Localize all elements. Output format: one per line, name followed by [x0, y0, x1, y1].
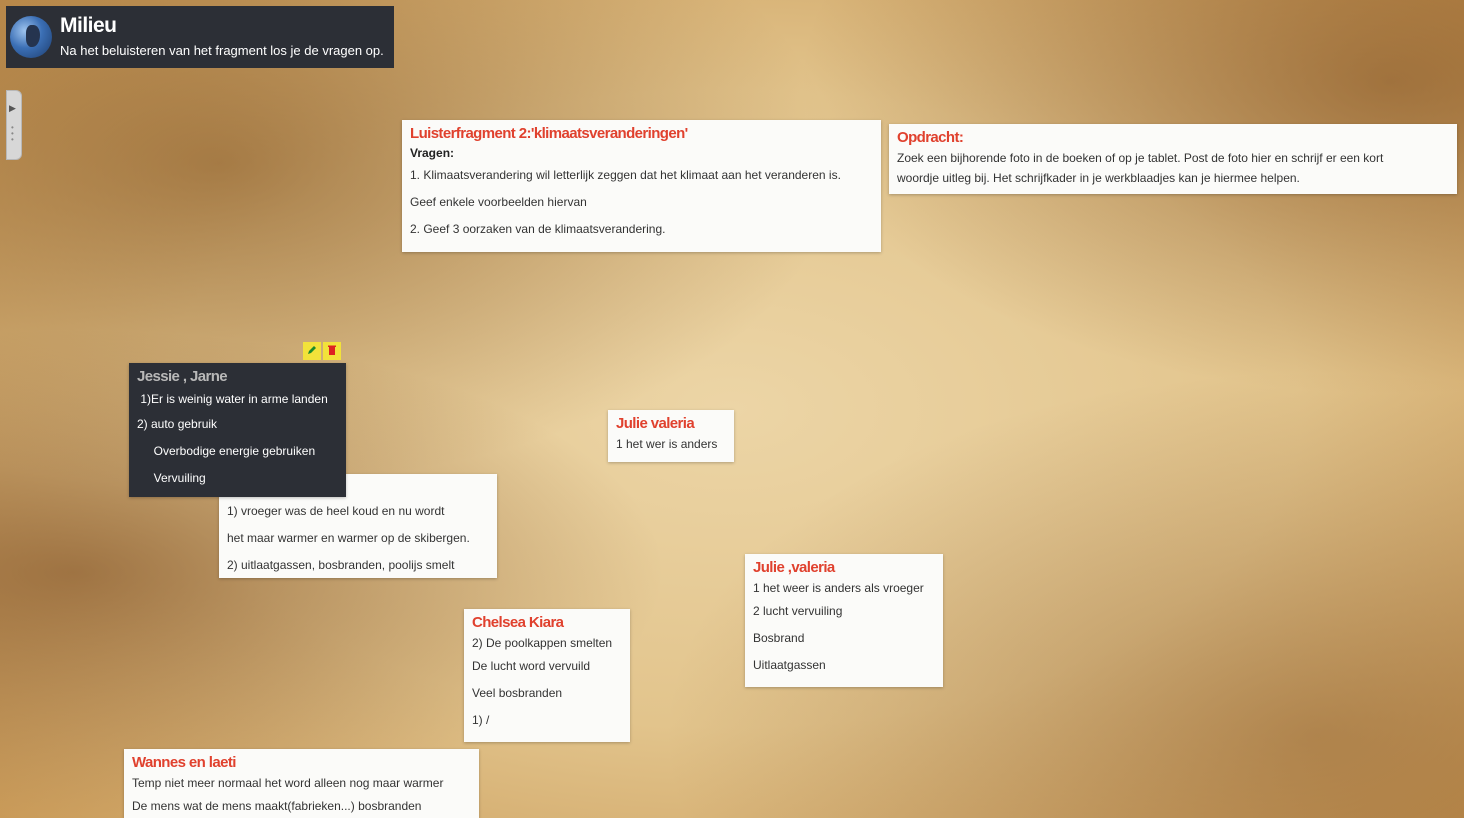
post-line: Uitlaatgassen	[753, 658, 826, 672]
post-line: Geef enkele voorbeelden hiervan	[410, 195, 587, 209]
post-line: woordje uitleg bij. Het schrijfkader in …	[897, 171, 1300, 185]
post-julie-valeria-2[interactable]: Julie ,valeria 1 het weer is anders als …	[745, 554, 943, 687]
post-line: 1) /	[472, 713, 490, 727]
post-title: Luisterfragment 2:'klimaatsveranderingen…	[410, 125, 688, 142]
delete-button[interactable]	[323, 342, 341, 360]
post-line: Temp niet meer normaal het word alleen n…	[132, 776, 444, 790]
post-title: Wannes en laeti	[132, 754, 236, 771]
post-title: Chelsea Kiara	[472, 614, 564, 631]
grip-icon: • • •	[11, 123, 14, 144]
chevron-right-icon: ▶	[9, 103, 16, 113]
post-line: De mens wat de mens maakt(fabrieken...) …	[132, 799, 422, 813]
wall-description: Na het beluisteren van het fragment los …	[60, 43, 384, 58]
post-line: 1 het wer is anders	[616, 437, 718, 451]
wall-title: Milieu	[60, 14, 117, 37]
post-line: De lucht word vervuild	[472, 659, 591, 673]
post-line: 1)Er is weinig water in arme landen	[137, 392, 328, 406]
pencil-icon	[308, 346, 316, 354]
post-line: 1) vroeger was de heel koud en nu wordt	[227, 504, 445, 518]
post-actions	[303, 342, 343, 361]
post-line: 2) De poolkappen smelten	[472, 636, 613, 650]
post-jessie-jarne[interactable]: Jessie , Jarne 1)Er is weinig water in a…	[129, 363, 346, 497]
post-line: 1. Klimaatsverandering wil letterlijk ze…	[410, 168, 841, 182]
post-line: 1 het weer is anders als vroeger	[753, 581, 924, 595]
trash-icon	[328, 345, 336, 355]
post-line: 2 lucht vervuiling	[753, 604, 843, 618]
sidebar-toggle[interactable]: ▶ • • •	[6, 90, 22, 160]
post-wannes-laeti[interactable]: Wannes en laeti Temp niet meer normaal h…	[124, 749, 479, 818]
post-line: 2) uitlaatgassen, bosbranden, poolijs sm…	[227, 558, 455, 572]
post-title: Opdracht:	[897, 129, 964, 146]
post-line: Veel bosbranden	[472, 686, 563, 700]
wall-header: Milieu Na het beluisteren van het fragme…	[6, 6, 394, 68]
post-julie-valeria[interactable]: Julie valeria 1 het wer is anders	[608, 410, 734, 462]
post-line: 2. Geef 3 oorzaken van de klimaatsverand…	[410, 222, 666, 236]
post-line: het maar warmer en warmer op de skiberge…	[227, 531, 470, 545]
post-line: Zoek een bijhorende foto in de boeken of…	[897, 151, 1384, 165]
post-line: 2) auto gebruik	[137, 417, 218, 431]
edit-button[interactable]	[303, 342, 321, 360]
post-title: Julie ,valeria	[753, 559, 835, 576]
post-line: Bosbrand	[753, 631, 805, 645]
post-line: Overbodige energie gebruiken	[137, 444, 316, 458]
post-line: Vervuiling	[137, 471, 206, 485]
post-title: Jessie , Jarne	[137, 368, 228, 385]
post-subtitle: Vragen	[410, 146, 451, 160]
post-opdracht[interactable]: Opdracht: Zoek een bijhorende foto in de…	[889, 124, 1457, 194]
post-title: Julie valeria	[616, 415, 695, 432]
post-luisterfragment[interactable]: Luisterfragment 2:'klimaatsveranderingen…	[402, 120, 881, 252]
post-chelsea-kiara[interactable]: Chelsea Kiara 2) De poolkappen smelten D…	[464, 609, 630, 742]
globe-icon	[10, 16, 52, 58]
